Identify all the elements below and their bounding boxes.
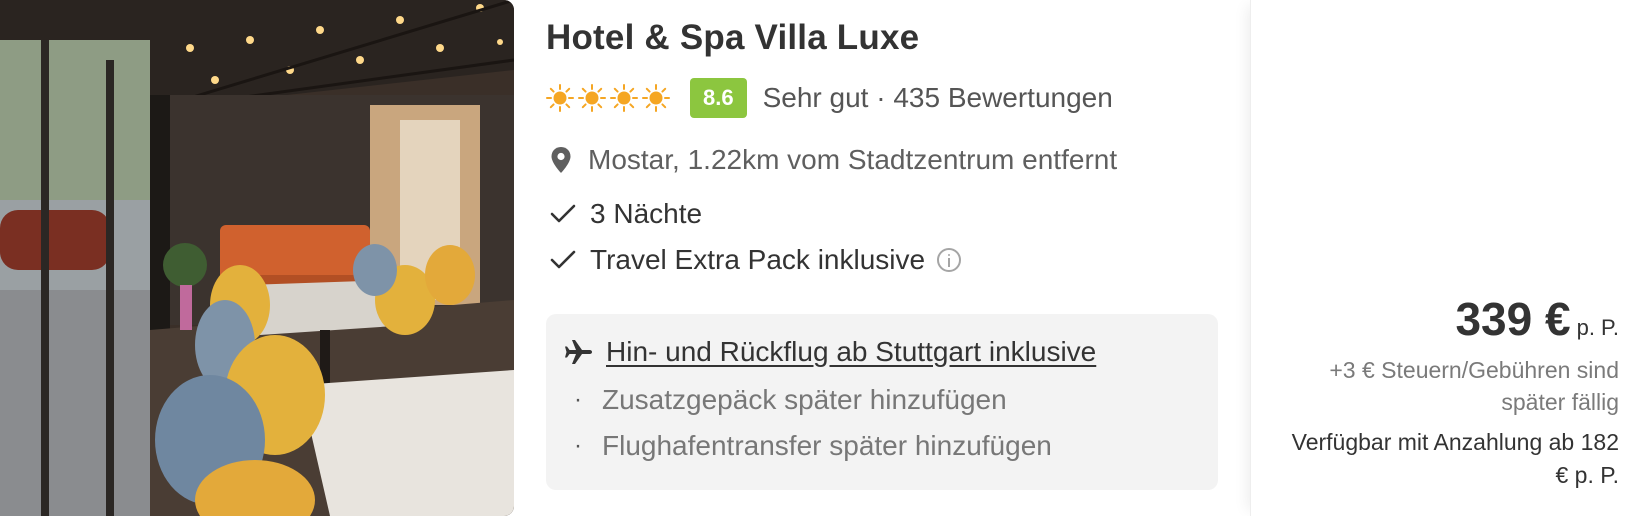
sun-icon bbox=[610, 84, 638, 112]
flight-box: Hin- und Rückflug ab Stuttgart inklusive… bbox=[546, 314, 1218, 490]
hotel-offer-card[interactable]: Hotel & Spa Villa Luxe 8.6 Sehr gut · 43… bbox=[0, 0, 1644, 516]
feature-nights: 3 Nächte bbox=[550, 198, 702, 230]
hotel-name[interactable]: Hotel & Spa Villa Luxe bbox=[546, 18, 919, 58]
location-pin-icon bbox=[551, 147, 571, 173]
check-icon bbox=[550, 204, 576, 223]
sun-icon bbox=[546, 84, 574, 112]
extra-label: Flughafentransfer später hinzufügen bbox=[602, 430, 1052, 461]
price-line: 339 € p. P. bbox=[1455, 292, 1619, 346]
score-badge: 8.6 bbox=[690, 78, 747, 118]
rating-row: 8.6 Sehr gut · 435 Bewertungen bbox=[546, 78, 1113, 118]
sun-icon bbox=[578, 84, 606, 112]
extra-label: Zusatzgepäck später hinzufügen bbox=[602, 384, 1007, 415]
extra-item-transfer: · Flughafentransfer später hinzufügen bbox=[574, 430, 1052, 462]
extra-item-baggage: · Zusatzgepäck später hinzufügen bbox=[574, 384, 1007, 416]
sun-rating bbox=[546, 84, 670, 112]
feature-label: Travel Extra Pack inklusive bbox=[590, 244, 926, 275]
sun-icon bbox=[642, 84, 670, 112]
location-text: Mostar, 1.22km vom Stadtzentrum entfernt bbox=[588, 144, 1118, 175]
plane-icon bbox=[565, 340, 592, 364]
hotel-photo-image bbox=[0, 0, 514, 516]
flight-line: Hin- und Rückflug ab Stuttgart inklusive bbox=[564, 336, 1096, 368]
feature-label: 3 Nächte bbox=[590, 198, 703, 229]
bullet-dot: · bbox=[574, 386, 582, 413]
price-amount: 339 € bbox=[1455, 293, 1571, 345]
check-icon bbox=[550, 250, 576, 269]
hotel-info: Hotel & Spa Villa Luxe 8.6 Sehr gut · 43… bbox=[546, 0, 1218, 516]
flight-link[interactable]: Hin- und Rückflug ab Stuttgart inklusive bbox=[606, 336, 1096, 368]
location-row: Mostar, 1.22km vom Stadtzentrum entfernt bbox=[550, 144, 1117, 176]
feature-travel-extra-pack: Travel Extra Pack inklusive bbox=[550, 244, 962, 276]
hotel-photo[interactable] bbox=[0, 0, 514, 516]
deposit-note: Verfügbar mit Anzahlung ab 182 € p. P. bbox=[1291, 429, 1619, 488]
rating-summary[interactable]: Sehr gut · 435 Bewertungen bbox=[763, 82, 1113, 114]
price-unit: p. P. bbox=[1576, 315, 1619, 340]
fees-note: +3 € Steuern/Gebühren sind später fällig bbox=[1329, 357, 1619, 415]
bullet-dot: · bbox=[574, 432, 582, 459]
info-icon[interactable] bbox=[937, 248, 962, 272]
price-panel[interactable]: 339 € p. P. +3 € Steuern/Gebühren sind s… bbox=[1250, 0, 1644, 516]
